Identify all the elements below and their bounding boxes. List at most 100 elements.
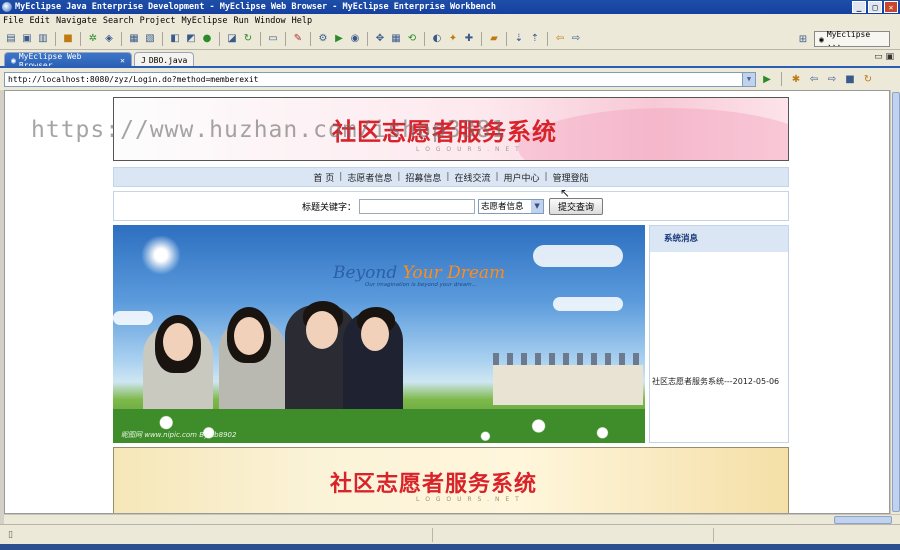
menu-navigate[interactable]: Navigate — [53, 16, 100, 26]
back-icon[interactable]: ⇦ — [553, 32, 567, 46]
url-input[interactable]: http://localhost:8080/zyz/Login.do?metho… — [4, 71, 756, 87]
refresh-icon[interactable]: ↻ — [241, 32, 255, 46]
globe-icon[interactable]: ● — [200, 32, 214, 46]
palette-icon[interactable]: ◐ — [430, 32, 444, 46]
toolbar-separator — [547, 31, 548, 46]
horizontal-scrollbar[interactable] — [4, 514, 900, 524]
footer-banner-title: 社区志愿者服务系统 — [330, 471, 538, 497]
close-button[interactable]: ✕ — [884, 1, 898, 13]
go-icon[interactable]: ▶ — [760, 72, 774, 86]
student-face — [163, 323, 193, 361]
browser-refresh-icon[interactable]: ↻ — [861, 72, 875, 86]
nav-user-center[interactable]: 用户中心 — [504, 171, 540, 184]
forward-icon[interactable]: ⇨ — [569, 32, 583, 46]
taskbar-edge — [0, 544, 900, 550]
toolbar-separator — [219, 31, 220, 46]
status-divider — [432, 527, 433, 542]
open-type-icon[interactable]: ◪ — [225, 32, 239, 46]
toolbar-separator — [162, 31, 163, 46]
menu-window[interactable]: Window — [252, 16, 289, 26]
nav-recruit-info[interactable]: 招募信息 — [405, 171, 441, 184]
db-icon[interactable]: ◧ — [168, 32, 182, 46]
chevron-down-icon: ▼ — [531, 199, 544, 213]
cycle-icon[interactable]: ⟲ — [405, 32, 419, 46]
toolbar-separator — [80, 31, 81, 46]
browser-address-bar: http://localhost:8080/zyz/Login.do?metho… — [0, 68, 900, 90]
url-text: http://localhost:8080/zyz/Login.do?metho… — [8, 74, 259, 84]
settings-icon[interactable]: ⚙ — [316, 32, 330, 46]
run-icon[interactable]: ▶ — [332, 32, 346, 46]
pin-icon[interactable]: ✚ — [462, 32, 476, 46]
url-history-dropdown[interactable]: ▼ — [742, 72, 755, 86]
hero-headline-b: Your Dream — [402, 263, 506, 283]
ant-icon[interactable]: ✥ — [373, 32, 387, 46]
sun-graphic — [141, 235, 181, 275]
console-icon[interactable]: ▭ — [266, 32, 280, 46]
site-nav: 首 页 | 志愿者信息 | 招募信息 | 在线交流 | 用户中心 | 管理登陆 — [113, 167, 789, 187]
next-annotation-icon[interactable]: ⇣ — [512, 32, 526, 46]
open-perspective-icon[interactable]: ⊞ — [796, 32, 810, 46]
wizard-icon[interactable]: ✎ — [291, 32, 305, 46]
print-icon[interactable]: ▥ — [36, 32, 50, 46]
nav-separator: | — [397, 172, 401, 182]
menu-help[interactable]: Help — [289, 16, 315, 26]
nav-admin-login[interactable]: 管理登陆 — [553, 171, 589, 184]
prev-annotation-icon[interactable]: ⇡ — [528, 32, 542, 46]
folder-icon[interactable]: ▰ — [487, 32, 501, 46]
fast-view-icon[interactable]: ▯ — [8, 530, 22, 540]
toolbar-separator — [424, 31, 425, 46]
vertical-scroll-thumb[interactable] — [892, 92, 900, 512]
toolbar-separator — [55, 31, 56, 46]
banner-decoration — [518, 108, 788, 160]
server-run-icon[interactable]: ▧ — [143, 32, 157, 46]
menu-search[interactable]: Search — [100, 16, 137, 26]
close-tab-icon[interactable]: ✕ — [120, 56, 125, 65]
perspective-myeclipse-button[interactable]: ◉ MyEclipse ... — [814, 30, 890, 48]
save-icon[interactable]: ▣ — [20, 32, 34, 46]
nav-volunteer-info[interactable]: 志愿者信息 — [347, 171, 392, 184]
system-message-panel: 系统消息 社区志愿者服务系统---2012-05-06 — [649, 225, 789, 443]
menu-edit[interactable]: Edit — [26, 16, 52, 26]
favorites-icon[interactable]: ✱ — [789, 72, 803, 86]
nav-home[interactable]: 首 页 — [313, 171, 334, 184]
student-face — [361, 317, 389, 351]
menu-project[interactable]: Project — [137, 16, 179, 26]
maximize-button[interactable]: □ — [868, 1, 882, 13]
banner-subtitle: L O G O U R S . N E T — [416, 146, 521, 153]
hero-image: Beyond Your Dream Our imagination is bey… — [113, 225, 645, 443]
castle-graphic — [493, 353, 643, 405]
browser-stop-icon[interactable]: ■ — [843, 72, 857, 86]
browser-forward-icon[interactable]: ⇨ — [825, 72, 839, 86]
horizontal-scroll-thumb[interactable] — [834, 516, 892, 524]
main-content: Beyond Your Dream Our imagination is bey… — [113, 225, 789, 443]
grid-icon[interactable]: ▦ — [389, 32, 403, 46]
menu-myeclipse[interactable]: MyEclipse — [178, 16, 230, 26]
globe-icon: ◉ — [11, 56, 16, 65]
keyword-input[interactable] — [359, 198, 476, 214]
toolbar-separator — [781, 72, 782, 86]
myeclipse-perspective-icon: ◉ — [819, 34, 824, 44]
system-message-link[interactable]: 社区志愿者服务系统---2012-05-06 — [652, 376, 779, 387]
menu-run[interactable]: Run — [231, 16, 252, 26]
tools-icon[interactable]: ✦ — [446, 32, 460, 46]
nav-online-chat[interactable]: 在线交流 — [454, 171, 490, 184]
nav-separator: | — [446, 172, 450, 182]
minimize-button[interactable]: _ — [852, 1, 866, 13]
toolbar-separator — [506, 31, 507, 46]
deploy-icon[interactable]: ◈ — [102, 32, 116, 46]
server-icon[interactable]: ▦ — [127, 32, 141, 46]
watermark-text: https://www.huzhan.com/ishop3381 — [31, 117, 507, 143]
vertical-scrollbar[interactable] — [890, 90, 900, 514]
category-select[interactable]: 志愿者信息 ▼ — [478, 198, 545, 214]
toolbar-separator — [260, 31, 261, 46]
run-external-icon[interactable]: ◉ — [348, 32, 362, 46]
web-icon[interactable]: ◩ — [184, 32, 198, 46]
editor-tab-bar: ◉ MyEclipse Web Browser ✕ J DBO.java ▭ ▣ — [0, 50, 900, 70]
menu-file[interactable]: File — [0, 16, 26, 26]
new-icon[interactable]: ▤ — [4, 32, 18, 46]
editor-window-controls[interactable]: ▭ ▣ — [874, 52, 894, 62]
submit-query-button[interactable]: 提交查询 — [549, 197, 604, 215]
browser-back-icon[interactable]: ⇦ — [807, 72, 821, 86]
bug-icon[interactable]: ✲ — [86, 32, 100, 46]
package-icon[interactable]: ■ — [61, 32, 75, 46]
